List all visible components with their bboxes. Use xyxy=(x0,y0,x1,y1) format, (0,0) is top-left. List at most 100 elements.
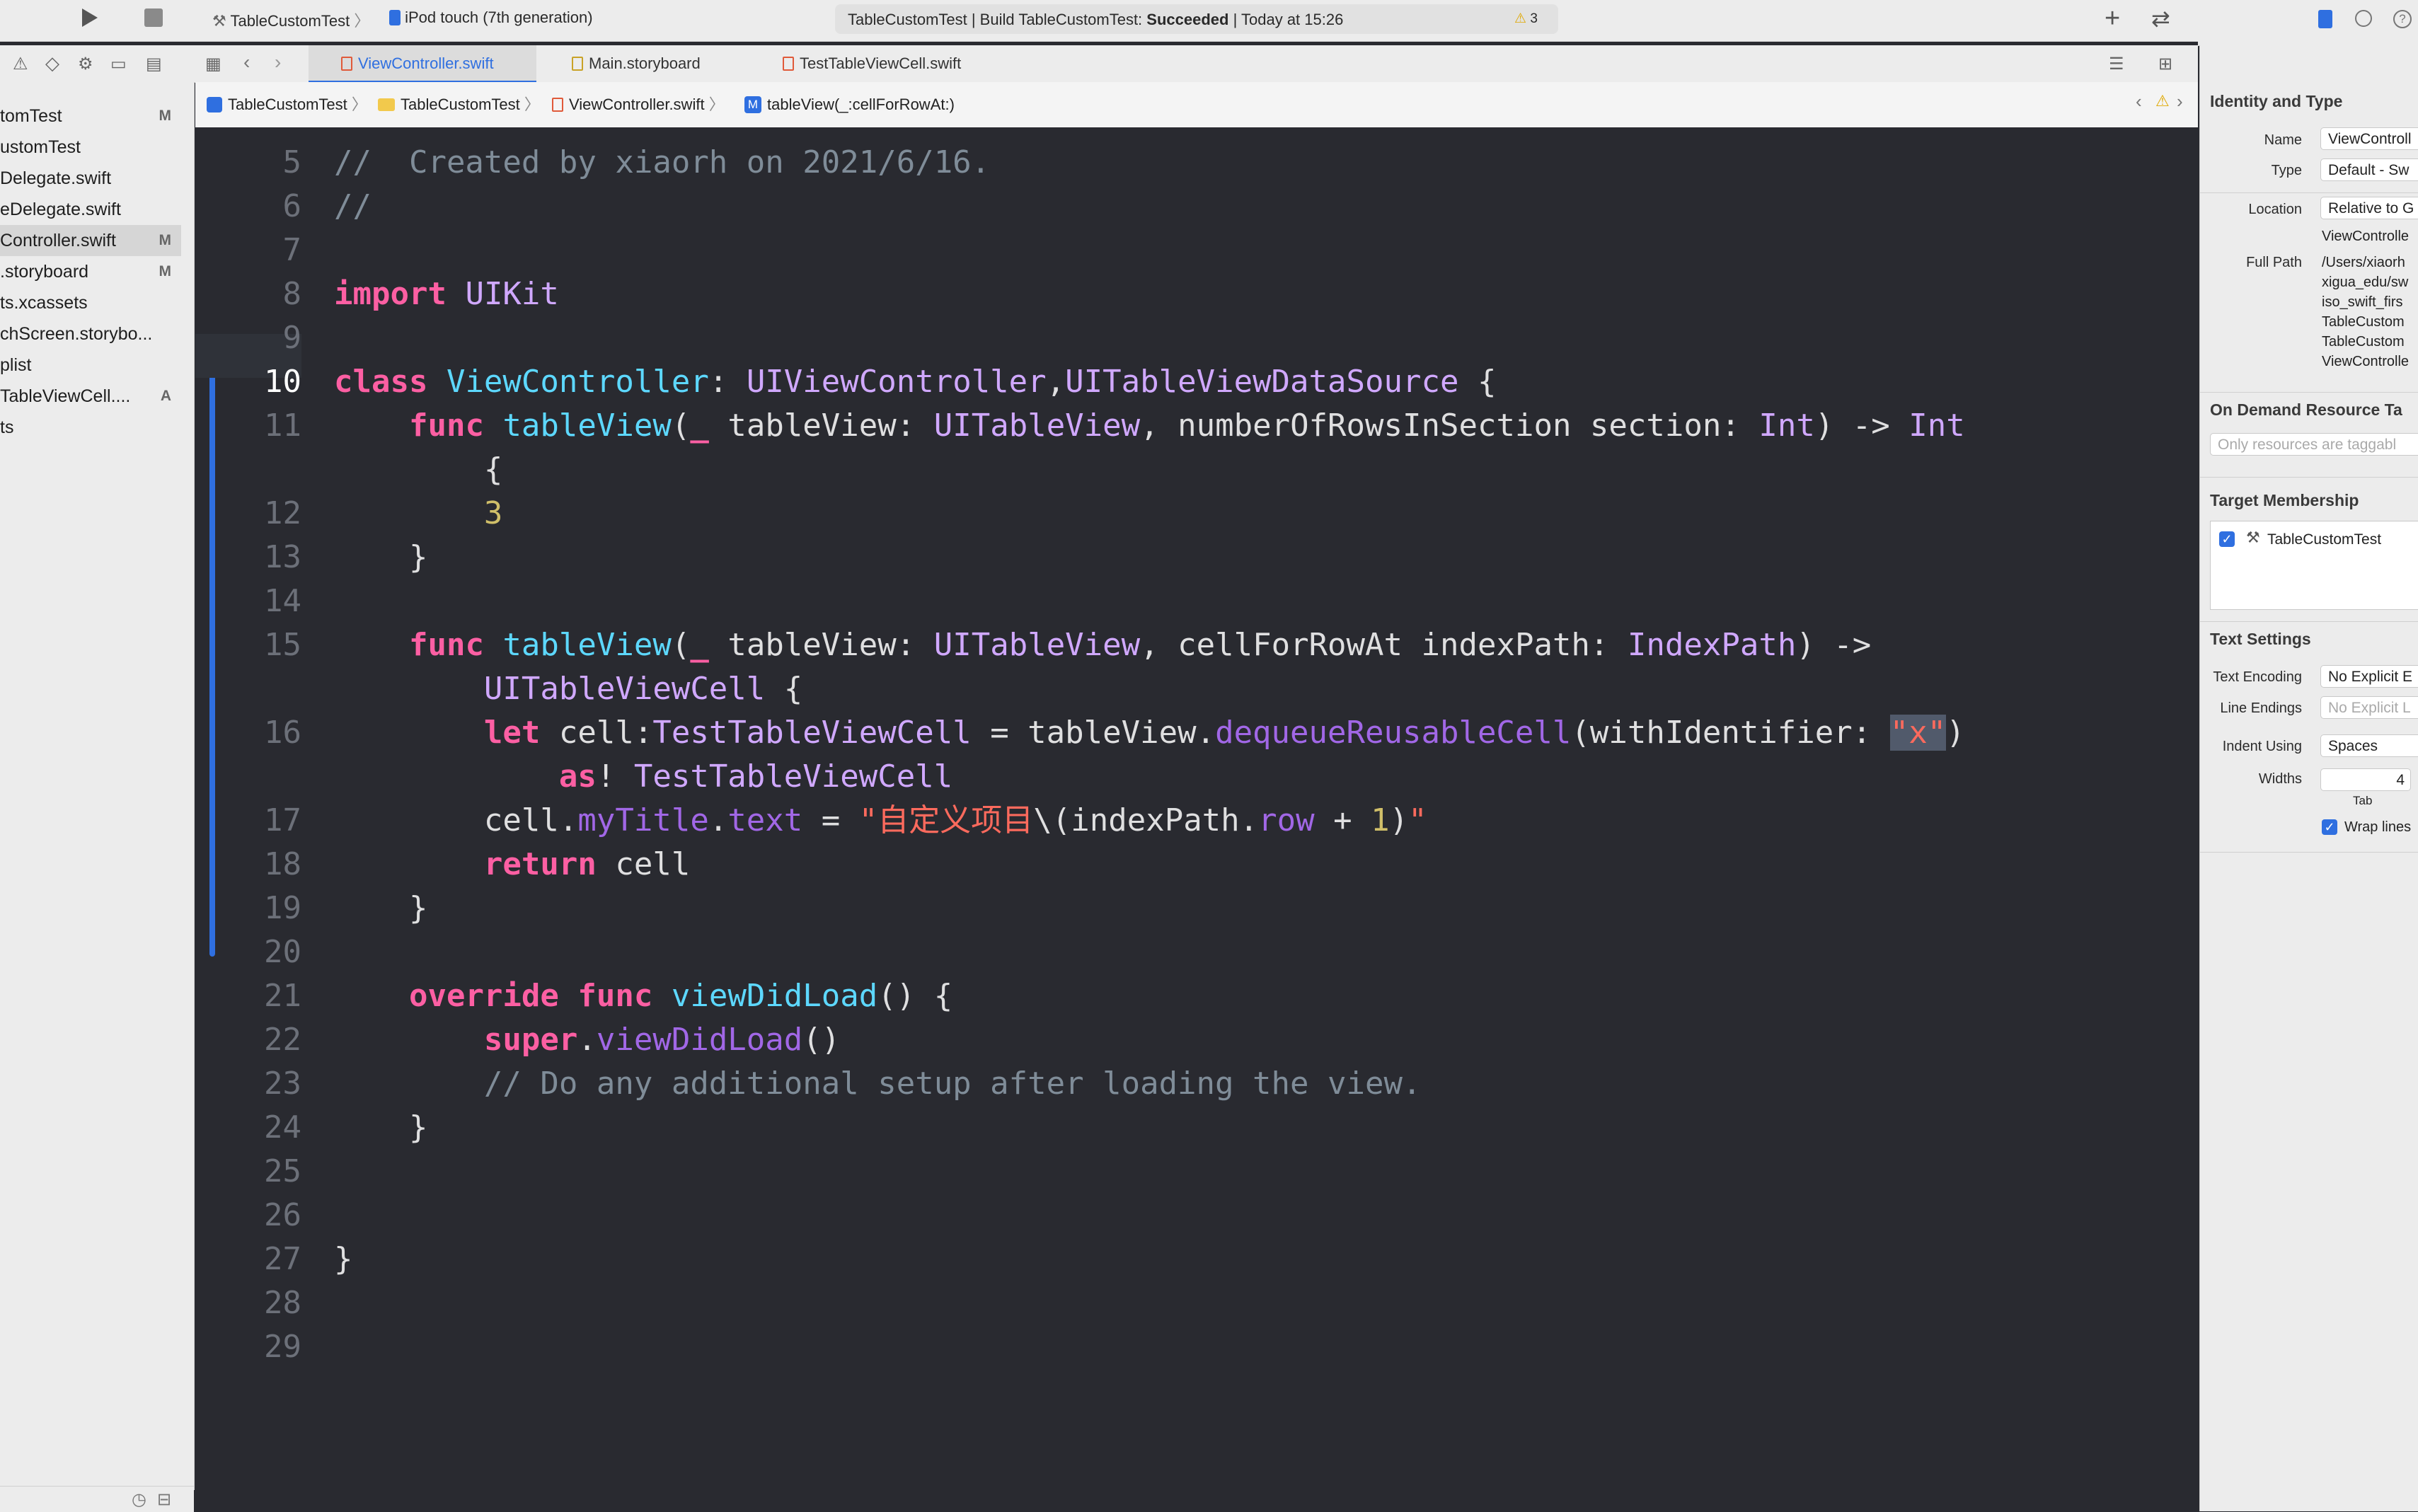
tab-width-field[interactable]: 4 xyxy=(2320,768,2411,791)
code-line[interactable]: cell.myTitle.text = "自定义项目\(indexPath.ro… xyxy=(334,799,1427,843)
device-selector[interactable]: iPod touch (7th generation) xyxy=(389,8,593,27)
navigator-item[interactable]: TableViewCell.... A xyxy=(0,381,181,412)
scm-status-badge: M xyxy=(159,232,172,248)
target-name: TableCustomTest xyxy=(2267,531,2382,548)
tab-viewcontroller[interactable]: ViewController.swift xyxy=(309,45,536,82)
scm-status-badge: M xyxy=(159,108,172,124)
navigator-item[interactable]: ts.xcassets xyxy=(0,287,181,318)
stop-button[interactable] xyxy=(144,8,163,27)
encoding-dropdown[interactable]: No Explicit E xyxy=(2320,665,2418,688)
code-line[interactable]: 3 xyxy=(334,492,503,536)
issue-warning-icon[interactable]: ⚠ xyxy=(2155,92,2170,110)
location-dropdown[interactable]: Relative to G xyxy=(2320,197,2418,219)
name-label: Name xyxy=(2264,132,2302,148)
tab-main-storyboard[interactable]: Main.storyboard xyxy=(572,45,701,82)
widths-label: Widths xyxy=(2258,771,2302,787)
navigator-item[interactable]: tomTest M xyxy=(0,100,181,132)
add-icon[interactable]: + xyxy=(2105,4,2120,33)
code-line[interactable]: } xyxy=(334,1237,353,1281)
wrap-lines-checkbox[interactable]: ✓ xyxy=(2322,819,2337,835)
navigator-item[interactable]: eDelegate.swift xyxy=(0,194,181,225)
type-dropdown[interactable]: Default - Sw xyxy=(2320,158,2418,181)
tab-testtableviewcell[interactable]: TestTableViewCell.swift xyxy=(783,45,961,82)
breakpoint-navigator-icon[interactable]: ▭ xyxy=(110,54,127,74)
line-number: 5 xyxy=(282,144,302,180)
scheme-selector[interactable]: ⚒ TableCustomTest 〉 xyxy=(212,8,369,31)
previous-issue-icon[interactable]: ‹ xyxy=(2136,91,2142,112)
divider xyxy=(2200,477,2418,478)
history-icon[interactable] xyxy=(2355,10,2372,27)
navigator-item[interactable]: ts xyxy=(0,412,181,443)
debug-navigator-icon[interactable]: ⚙ xyxy=(78,54,93,74)
editor-options-icon[interactable]: ☰ xyxy=(2109,54,2124,74)
swift-file-icon xyxy=(552,98,563,112)
scm-status-badge: A xyxy=(160,388,171,404)
build-result: Succeeded xyxy=(1146,11,1229,28)
line-number: 12 xyxy=(264,495,301,531)
code-line[interactable]: // Created by xiaorh on 2021/6/16. xyxy=(334,141,990,185)
warning-badge[interactable]: ⚠ 3 xyxy=(1514,11,1538,27)
line-endings-dropdown[interactable]: No Explicit L xyxy=(2320,696,2418,719)
play-icon xyxy=(82,8,98,27)
on-demand-section-title: On Demand Resource Ta xyxy=(2210,400,2402,419)
source-editor[interactable]: 5 // Created by xiaorh on 2021/6/16. 6 // 7 8… xyxy=(195,127,2198,1511)
file-inspector-icon[interactable] xyxy=(2318,10,2332,28)
grid-icon[interactable]: ▦ xyxy=(205,54,221,74)
help-icon[interactable]: ? xyxy=(2393,10,2412,28)
toolbar: ⚒ TableCustomTest 〉 iPod touch (7th gene… xyxy=(0,0,2198,42)
navigator-item[interactable]: plist xyxy=(0,350,181,381)
code-line[interactable]: super.viewDidLoad() xyxy=(334,1018,840,1062)
test-navigator-icon[interactable]: ◇ xyxy=(45,52,59,74)
swift-file-icon xyxy=(341,57,352,71)
report-navigator-icon[interactable]: ▤ xyxy=(146,54,162,74)
code-line[interactable]: class ViewController: UIViewController,U… xyxy=(334,360,1496,404)
code-line[interactable]: // xyxy=(334,185,372,229)
next-issue-icon[interactable]: › xyxy=(2177,91,2183,112)
navigator-item[interactable]: chScreen.storybo... xyxy=(0,318,181,350)
navigator-item[interactable]: ustomTest xyxy=(0,132,181,163)
code-line[interactable]: let cell:TestTableViewCell = tableView.d… xyxy=(334,711,1965,755)
breadcrumb-project[interactable]: TableCustomTest 〉 xyxy=(207,82,367,127)
code-line[interactable]: UITableViewCell { xyxy=(334,667,802,711)
divider xyxy=(2200,192,2418,193)
tags-field[interactable]: Only resources are taggabl xyxy=(2210,433,2418,456)
code-line[interactable]: override func viewDidLoad() { xyxy=(334,974,952,1018)
code-line[interactable]: } xyxy=(334,1106,428,1150)
code-line[interactable]: func tableView(_ tableView: UITableView,… xyxy=(334,623,1871,667)
navigator-item-selected[interactable]: Controller.swift M xyxy=(0,225,181,256)
forward-icon[interactable]: › xyxy=(275,51,281,74)
code-line[interactable]: func tableView(_ tableView: UITableView,… xyxy=(334,404,1965,448)
line-number: 8 xyxy=(282,276,302,312)
swap-icon[interactable]: ⇄ xyxy=(2151,6,2170,31)
device-icon xyxy=(389,10,401,25)
breadcrumb-file[interactable]: ViewController.swift 〉 xyxy=(552,82,725,127)
breadcrumb-method[interactable]: MtableView(_:cellForRowAt:) xyxy=(744,82,955,127)
breadcrumb-group[interactable]: TableCustomTest 〉 xyxy=(378,82,540,127)
code-line[interactable]: import UIKit xyxy=(334,272,559,316)
code-line[interactable]: // Do any additional setup after loading… xyxy=(334,1062,1422,1106)
recent-files-icon[interactable]: ◷ xyxy=(132,1489,146,1510)
name-field[interactable]: ViewControll xyxy=(2320,127,2418,150)
code-line[interactable]: as! TestTableViewCell xyxy=(334,755,952,799)
navigator-item[interactable]: .storyboard M xyxy=(0,256,181,287)
line-number: 6 xyxy=(282,188,302,224)
warning-filter-icon[interactable]: ⚠ xyxy=(13,54,28,74)
code-line[interactable]: return cell xyxy=(334,843,690,887)
code-line[interactable]: } xyxy=(334,536,428,579)
code-line[interactable]: { xyxy=(334,448,503,492)
run-button[interactable] xyxy=(76,6,100,30)
warning-icon: ⚠ xyxy=(1514,11,1527,26)
line-number: 26 xyxy=(264,1197,301,1233)
back-icon[interactable]: ‹ xyxy=(243,51,250,74)
indent-dropdown[interactable]: Spaces xyxy=(2320,734,2418,757)
file-inspector: Identity and Type Name ViewControll Type… xyxy=(2199,45,2418,1511)
code-line[interactable]: } xyxy=(334,887,428,930)
add-editor-icon[interactable]: ⊞ xyxy=(2158,54,2172,74)
scheme-label: TableCustomTest xyxy=(230,12,350,30)
device-label: iPod touch (7th generation) xyxy=(405,8,593,26)
line-number: 19 xyxy=(264,890,301,926)
project-icon xyxy=(207,97,222,112)
scm-filter-icon[interactable]: ⊟ xyxy=(157,1489,171,1510)
navigator-item[interactable]: Delegate.swift xyxy=(0,163,181,194)
target-checkbox[interactable]: ✓ xyxy=(2219,531,2235,547)
